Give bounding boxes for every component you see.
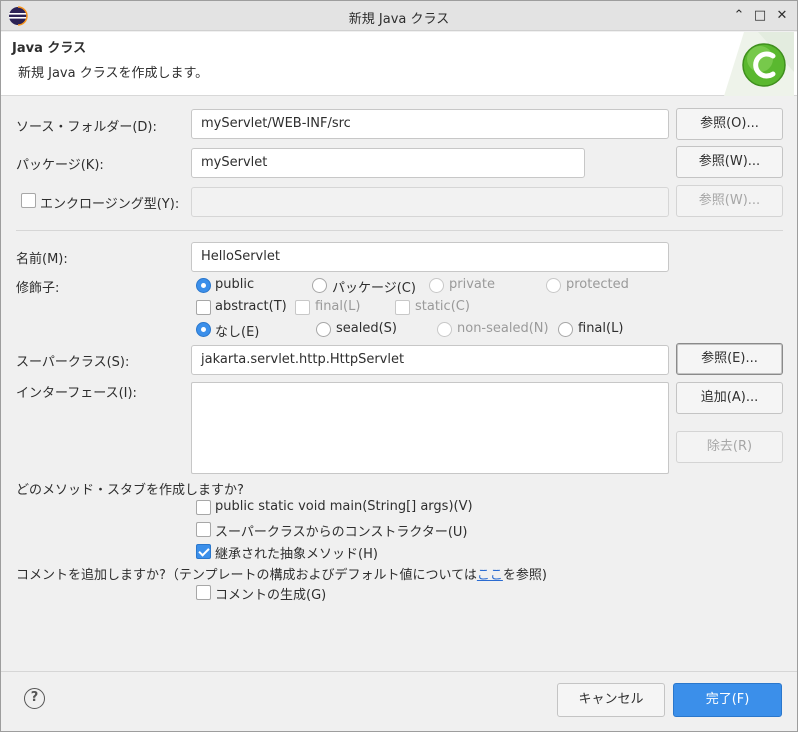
package-label: パッケージ(K): [16,158,104,173]
package-browse-button[interactable]: 参照(W)... [676,146,783,178]
maximize-button[interactable]: □ [751,7,769,25]
add-interface-button[interactable]: 追加(A)... [676,382,783,414]
sealed-radio[interactable] [316,322,331,337]
generate-comments-checkbox[interactable] [196,585,211,600]
remove-interface-button[interactable]: 除去(R) [676,431,783,463]
static-checkbox[interactable] [395,300,410,315]
wizard-header: Java クラス 新規 Java クラスを作成します。 [1,32,797,96]
none-radio[interactable] [196,322,211,337]
templates-link[interactable]: ここ [477,568,503,583]
enclosing-type-checkbox[interactable] [21,193,36,208]
private-label: private [449,277,495,292]
stubs-question: どのメソッド・スタブを作成しますか? [16,483,244,498]
superclass-browse-button[interactable]: 参照(E)... [676,343,783,375]
minimize-button[interactable]: ⌃ [730,7,748,25]
inherited-stub-checkbox[interactable] [196,544,211,559]
abstract-label: abstract(T) [215,299,287,314]
sealing-final-radio[interactable] [558,322,573,337]
help-icon[interactable]: ? [24,688,45,709]
generate-comments-label: コメントの生成(G) [215,588,327,603]
interfaces-list[interactable] [191,382,669,474]
modifiers-label: 修飾子: [16,281,60,296]
separator [16,230,783,231]
new-java-class-dialog: 新規 Java クラス ⌃ □ ✕ Java クラス 新規 Java クラスを作… [0,0,798,732]
name-label: 名前(M): [16,252,68,267]
protected-radio[interactable] [546,278,561,293]
constructors-stub-label: スーパークラスからのコンストラクター(U) [215,525,468,540]
static-label: static(C) [415,299,470,314]
wizard-description: 新規 Java クラスを作成します。 [18,66,209,81]
wizard-title: Java クラス [12,41,87,56]
source-folder-input[interactable]: myServlet/WEB-INF/src [191,109,669,139]
enclosing-type-label: エンクロージング型(Y): [40,197,180,212]
public-radio[interactable] [196,278,211,293]
superclass-label: スーパークラス(S): [16,355,130,370]
window-title: 新規 Java クラス [348,12,450,27]
constructors-stub-checkbox[interactable] [196,522,211,537]
enclosing-type-input[interactable] [191,187,669,217]
cancel-button[interactable]: キャンセル [557,683,665,717]
comments-question-suffix: を参照) [502,568,547,583]
enclosing-type-browse-button[interactable]: 参照(W)... [676,185,783,217]
private-radio[interactable] [429,278,444,293]
package-private-label: パッケージ(C) [332,281,416,296]
name-input[interactable]: HelloServlet [191,242,669,272]
main-stub-checkbox[interactable] [196,500,211,515]
source-folder-label: ソース・フォルダー(D): [16,120,157,135]
none-label: なし(E) [215,325,260,340]
comments-question-text: コメントを追加しますか?（テンプレートの構成およびデフォルト値については [16,568,477,583]
sealed-label: sealed(S) [336,321,397,336]
final-label: final(L) [315,299,361,314]
title-bar: 新規 Java クラス ⌃ □ ✕ [1,1,797,31]
public-label: public [215,277,255,292]
abstract-checkbox[interactable] [196,300,211,315]
finish-button[interactable]: 完了(F) [673,683,782,717]
non-sealed-label: non-sealed(N) [457,321,549,336]
protected-label: protected [566,277,629,292]
sealing-final-label: final(L) [578,321,624,336]
inherited-stub-label: 継承された抽象メソッド(H) [215,547,378,562]
source-folder-browse-button[interactable]: 参照(O)... [676,108,783,140]
comments-question: コメントを追加しますか?（テンプレートの構成およびデフォルト値についてはここを参… [16,564,547,583]
superclass-input[interactable]: jakarta.servlet.http.HttpServlet [191,345,669,375]
package-input[interactable]: myServlet [191,148,585,178]
final-checkbox[interactable] [295,300,310,315]
package-private-radio[interactable] [312,278,327,293]
main-stub-label: public static void main(String[] args)(V… [215,499,473,514]
footer-separator [1,671,797,672]
new-class-wizard-icon [724,32,794,96]
close-button[interactable]: ✕ [773,7,791,25]
interfaces-label: インターフェース(I): [16,386,137,401]
non-sealed-radio[interactable] [437,322,452,337]
